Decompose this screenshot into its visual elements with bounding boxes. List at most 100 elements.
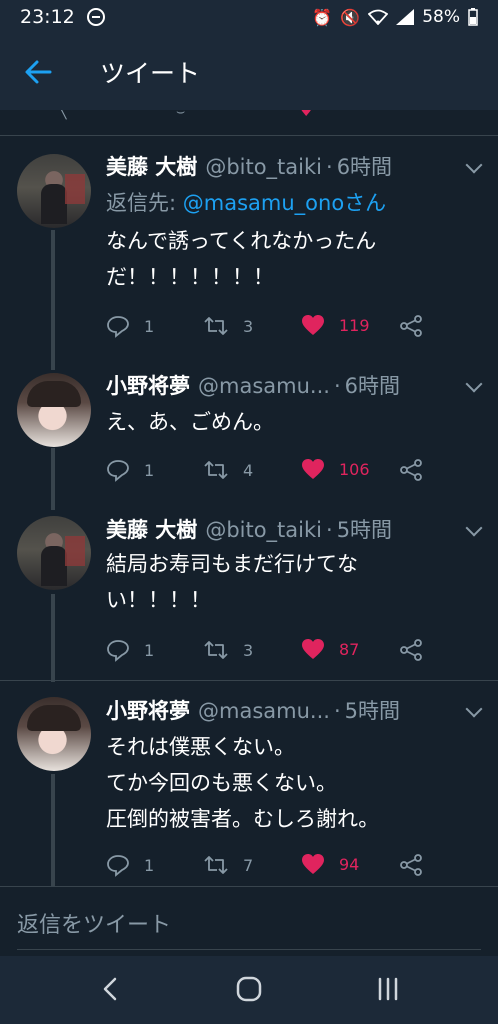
reply-to-label: 返信先: [106,191,183,215]
retweet-button[interactable]: 3 [203,638,253,662]
avatar[interactable] [17,516,91,590]
handle[interactable]: @masamu... [198,374,330,398]
share-icon [400,459,422,481]
tweet[interactable]: 小野将夢 @masamu... · 6時間 え、あ、ごめん。 1 4 106 [0,352,498,502]
share-icon [400,639,422,661]
reply-icon [107,855,129,877]
reply-count: 1 [144,460,155,480]
tweet-actions: 1 7 94 [106,853,436,883]
chevron-down-icon[interactable] [465,156,483,174]
like-button[interactable]: 119 [301,314,370,336]
tweet-text-line: い！！！！ [106,588,211,612]
display-name[interactable]: 美藤 大樹 [106,514,197,544]
tweet-actions: 1 3 87 [106,638,436,668]
reply-count: 1 [144,316,155,336]
page-title: ツイート [100,59,201,88]
share-icon [400,315,422,337]
reply-button[interactable]: 1 [106,314,154,338]
tweet[interactable]: 美藤 大樹 @bito_taiki · 6時間 返信先: @masamu_ono… [0,137,498,352]
handle[interactable]: @bito_taiki [205,155,322,179]
heart-icon [302,315,324,335]
like-count: 119 [339,315,370,335]
share-button[interactable] [399,638,423,662]
chevron-down-icon[interactable] [465,700,483,718]
like-count: 106 [339,459,370,479]
input-underline [17,949,481,950]
reply-to-mention[interactable]: @masamu_onoさん [183,191,386,215]
tweet[interactable]: 美藤 大樹 @bito_taiki · 5時間 結局お寿司もまだ行けてな い！！… [0,502,498,680]
battery-percent: 58% [422,7,460,27]
like-button[interactable]: 87 [301,638,359,660]
reply-button[interactable]: 1 [106,458,154,482]
tweet-actions: 1 3 119 [106,314,436,344]
heart-icon[interactable]: ♥ [300,110,313,120]
tweet-text: それは僕悪くない。 てか今回のも悪くない。 圧倒的被害者。むしろ謝れ。 [106,729,446,837]
retweet-button[interactable]: 3 [203,314,253,338]
like-count: 87 [339,639,360,659]
retweet-count: 3 [243,316,254,336]
handle[interactable]: @bito_taiki [205,518,322,542]
share-button[interactable] [399,853,423,877]
chevron-down-icon[interactable] [465,519,483,537]
signal-icon [396,9,415,25]
retweet-button[interactable]: 7 [203,853,253,877]
retweet-button[interactable]: 4 [203,458,253,482]
tweet[interactable]: 小野将夢 @masamu... · 5時間 それは僕悪くない。 てか今回のも悪く… [0,681,498,886]
separator-dot: · [326,518,333,542]
nav-recents-icon[interactable] [376,976,400,1002]
status-bar: 23:12 ⏰ 🔇 58% [0,0,498,34]
timestamp: 5時間 [336,518,393,542]
separator-dot: · [333,699,341,723]
retweet-count: 4 [243,460,254,480]
tweet-text-line: それは僕悪くない。 [106,735,295,759]
heart-icon [302,459,324,479]
share-button[interactable] [399,458,423,482]
status-time: 23:12 [20,6,75,28]
reply-composer[interactable]: 返信をツイート [0,886,498,956]
reply-input[interactable]: 返信をツイート [17,907,171,939]
tweet-header: 小野将夢 @masamu... · 5時間 [106,695,400,725]
reply-count: 1 [144,640,155,660]
tweet-header: 美藤 大樹 @bito_taiki · 5時間 [106,514,392,544]
mute-icon: 🔇 [340,7,361,27]
reply-button[interactable]: 1 [106,853,154,877]
tweet-text: え、あ、ごめん。 [106,404,446,440]
display-name[interactable]: 美藤 大樹 [106,151,197,181]
tweet-header: 美藤 大樹 @bito_taiki · 6時間 [106,151,392,181]
handle[interactable]: @masamu... [198,699,330,723]
alarm-icon: ⏰ [312,7,333,27]
tweet-header: 小野将夢 @masamu... · 6時間 [106,370,400,400]
reply-icon [107,460,129,482]
nav-back-icon[interactable] [100,976,120,1002]
like-button[interactable]: 106 [301,458,370,480]
retweet-icon[interactable]: ⌣ [176,110,185,120]
chevron-down-icon[interactable] [465,375,483,393]
display-name[interactable]: 小野将夢 [106,370,190,400]
avatar[interactable] [17,697,91,771]
tweet-actions: 1 4 106 [106,458,436,488]
tweet-text-line: 圧倒的被害者。むしろ謝れ。 [106,807,380,831]
app-bar: ツイート [0,34,498,110]
reply-icon [107,316,129,338]
share-icon [400,854,422,876]
tweet-text-line: え、あ、ごめん。 [106,410,274,434]
nav-home-icon[interactable] [236,976,262,1002]
reply-icon[interactable]: ╲ [58,110,66,120]
display-name[interactable]: 小野将夢 [106,695,190,725]
retweet-count: 3 [243,640,254,660]
timestamp: 5時間 [344,699,400,723]
retweet-icon [204,461,228,479]
avatar[interactable] [17,373,91,447]
like-count: 94 [339,854,360,874]
avatar[interactable] [17,154,91,228]
timestamp: 6時間 [344,374,400,398]
tweet-text-line: 結局お寿司もまだ行けてな [106,552,358,576]
tweet-text: なんで誘ってくれなかったん だ！！！！！！！ [106,223,446,295]
retweet-count: 7 [243,855,254,875]
tweet-text: 結局お寿司もまだ行けてな い！！！！ [106,546,446,618]
reply-button[interactable]: 1 [106,638,154,662]
share-button[interactable] [399,314,423,338]
back-arrow-icon[interactable] [24,58,52,86]
like-button[interactable]: 94 [301,853,359,875]
retweet-icon [204,317,228,335]
